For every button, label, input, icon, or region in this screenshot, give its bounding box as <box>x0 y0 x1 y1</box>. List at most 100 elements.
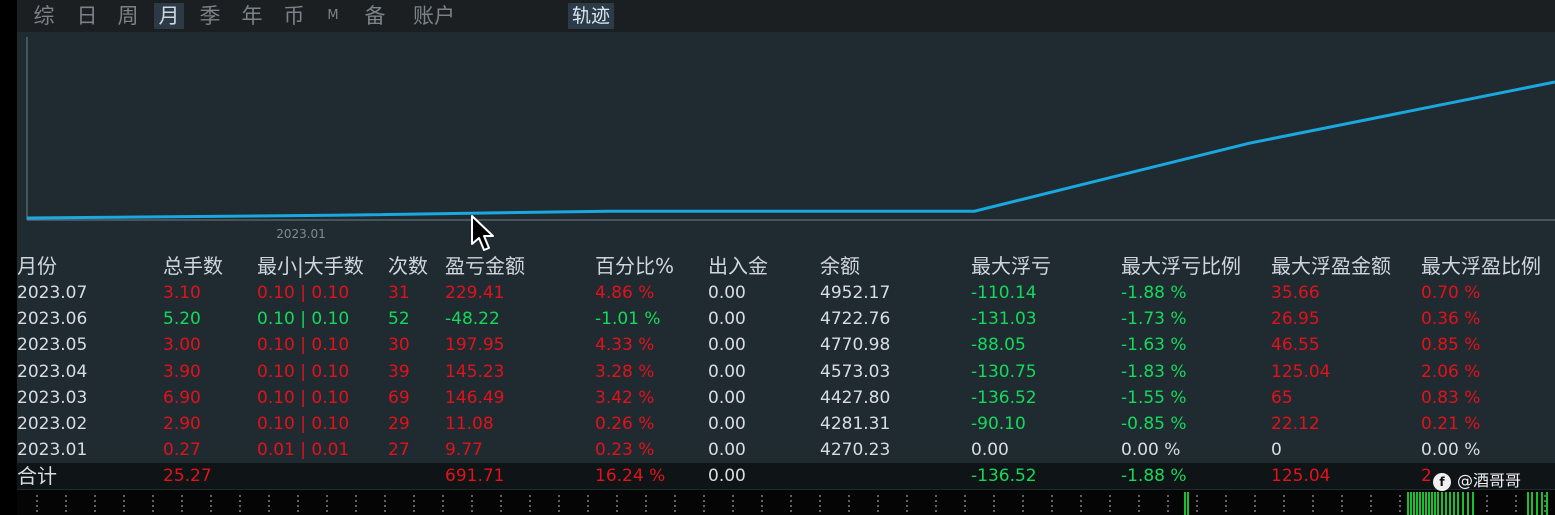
table-row[interactable]: 2023.03 6.90 0.10 | 0.10 69 146.49 3.42 % 0.00… <box>17 385 1555 411</box>
left-edge-bar <box>0 0 17 515</box>
tab-quarter[interactable]: 季 <box>195 3 225 29</box>
table-header-row: 月份 总手数 最小|大手数 次数 盈亏金额 百分比% 出入金 余额 最大浮亏 最… <box>17 252 1555 278</box>
table-row[interactable]: 2023.01 0.27 0.01 | 0.01 27 9.77 0.23 % 0.00 42… <box>17 437 1555 463</box>
strip-volume-bar <box>1184 492 1186 515</box>
total-label: 合计 <box>17 464 57 488</box>
cell-total-lots: 3.00 <box>163 335 201 356</box>
total-max-float-profit: 125.04 <box>1271 466 1331 486</box>
cell-in-out: 0.00 <box>708 335 746 356</box>
x-tick-label: 2023.01 <box>276 227 326 241</box>
cell-max-float-loss-ratio: -0.85 % <box>1121 414 1187 434</box>
cell-in-out: 0.00 <box>708 440 746 461</box>
col-percent[interactable]: 百分比% <box>595 252 674 278</box>
cell-max-float-profit: 125.04 <box>1271 361 1331 382</box>
strip-volume-bar <box>1536 492 1538 515</box>
cell-total-lots: 5.20 <box>163 309 201 330</box>
strip-volume-bar <box>1541 492 1543 515</box>
tab-week[interactable]: 周 <box>113 3 143 29</box>
col-in-out[interactable]: 出入金 <box>708 252 768 278</box>
cell-max-float-profit: 65 <box>1271 387 1293 408</box>
tab-month[interactable]: 月 <box>154 3 184 29</box>
col-month[interactable]: 月份 <box>17 252 57 278</box>
strip-volume-bar <box>1445 492 1447 515</box>
cell-percent: 3.28 % <box>595 361 655 382</box>
col-max-float-profit[interactable]: 最大浮盈金额 <box>1271 252 1391 278</box>
col-count[interactable]: 次数 <box>388 252 428 278</box>
table-total-row[interactable]: 合计 25.27 691.71 16.24 % 0.00 -136.52 -1.… <box>17 463 1555 489</box>
col-max-float-profit-ratio[interactable]: 最大浮盈比例 <box>1421 252 1541 278</box>
cell-count: 31 <box>388 283 410 303</box>
total-max-float-loss: -136.52 <box>971 466 1037 486</box>
cell-max-float-loss-ratio: -1.88 % <box>1121 283 1187 303</box>
table-row[interactable]: 2023.02 2.90 0.10 | 0.10 29 11.08 0.26 % 0.00 4… <box>17 411 1555 437</box>
cell-max-float-loss: -131.03 <box>971 309 1037 330</box>
cell-month: 2023.06 <box>17 309 88 330</box>
period-toolbar: 综 日 周 月 季 年 币 M 备 账户 轨迹 <box>17 0 1555 32</box>
strip-volume-bar <box>1407 492 1409 515</box>
strip-volume-bar <box>1422 492 1424 515</box>
tab-m[interactable]: M <box>322 3 344 29</box>
cell-max-float-profit-ratio: 0.83 % <box>1421 387 1481 408</box>
cell-pnl: -48.22 <box>445 309 500 330</box>
cell-pnl: 197.95 <box>445 335 505 356</box>
strip-volume-bar <box>1453 492 1455 515</box>
tab-currency[interactable]: 币 <box>279 3 309 29</box>
col-balance[interactable]: 余额 <box>820 252 860 278</box>
tab-overview[interactable]: 综 <box>29 3 59 29</box>
cell-max-float-loss-ratio: -1.73 % <box>1121 309 1187 330</box>
cell-in-out: 0.00 <box>708 387 746 408</box>
trajectory-button[interactable]: 轨迹 <box>568 3 615 29</box>
col-max-float-loss-ratio[interactable]: 最大浮亏比例 <box>1121 252 1241 278</box>
table-row[interactable]: 2023.07 3.10 0.10 | 0.10 31 229.41 4.86 % 0.00… <box>17 280 1555 306</box>
cell-total-lots: 6.90 <box>163 387 201 408</box>
table-row[interactable]: 2023.05 3.00 0.10 | 0.10 30 197.95 4.33 % 0.00… <box>17 332 1555 358</box>
cell-min-max-lots: 0.10 | 0.10 <box>257 283 350 303</box>
strip-volume-bar <box>1527 492 1529 515</box>
tab-year[interactable]: 年 <box>237 3 267 29</box>
strip-volume-bar <box>1546 492 1548 515</box>
cell-min-max-lots: 0.10 | 0.10 <box>257 335 350 356</box>
table-row[interactable]: 2023.04 3.90 0.10 | 0.10 39 145.23 3.28 % 0.00… <box>17 359 1555 385</box>
col-max-float-loss[interactable]: 最大浮亏 <box>971 252 1051 278</box>
table-row[interactable]: 2023.06 5.20 0.10 | 0.10 52 -48.22 -1.01 % 0.0… <box>17 306 1555 332</box>
col-min-max-lots[interactable]: 最小|大手数 <box>257 252 364 278</box>
tab-account[interactable]: 账户 <box>408 3 460 29</box>
cell-total-lots: 2.90 <box>163 414 201 434</box>
watermark-logo-icon: f <box>1433 472 1451 491</box>
strip-volume-bar <box>1419 492 1421 515</box>
cell-total-lots: 0.27 <box>163 440 201 461</box>
cell-pnl: 11.08 <box>445 414 494 434</box>
cell-balance: 4722.76 <box>820 309 891 330</box>
strip-volume-bar <box>1462 492 1464 515</box>
strip-volume-bar <box>1187 492 1189 515</box>
cell-max-float-profit-ratio: 0.85 % <box>1421 335 1481 356</box>
cell-in-out: 0.00 <box>708 283 746 303</box>
cell-in-out: 0.00 <box>708 361 746 382</box>
cell-balance: 4270.23 <box>820 440 891 461</box>
cell-max-float-loss-ratio: -1.55 % <box>1121 387 1187 408</box>
total-lots: 25.27 <box>163 466 212 486</box>
cell-percent: 4.86 % <box>595 283 655 303</box>
cell-max-float-loss: -110.14 <box>971 283 1037 303</box>
tab-note[interactable]: 备 <box>360 3 390 29</box>
tab-day[interactable]: 日 <box>72 3 102 29</box>
cell-count: 29 <box>388 414 410 434</box>
cell-count: 39 <box>388 361 410 382</box>
total-max-float-loss-ratio: -1.88 % <box>1121 466 1187 486</box>
cell-min-max-lots: 0.01 | 0.01 <box>257 440 350 461</box>
total-pnl: 691.71 <box>445 466 505 486</box>
cell-max-float-loss: -136.52 <box>971 387 1037 408</box>
cell-in-out: 0.00 <box>708 309 746 330</box>
strip-dash-marks <box>36 495 1546 512</box>
cell-month: 2023.05 <box>17 335 88 356</box>
strip-volume-bar <box>1441 492 1443 515</box>
cell-balance: 4427.80 <box>820 387 891 408</box>
col-total-lots[interactable]: 总手数 <box>163 252 223 278</box>
cell-max-float-profit: 46.55 <box>1271 335 1320 356</box>
monthly-stats-table: 月份 总手数 最小|大手数 次数 盈亏金额 百分比% 出入金 余额 最大浮亏 最… <box>17 247 1555 490</box>
cell-percent: 0.23 % <box>595 440 655 461</box>
total-in-out: 0.00 <box>708 466 746 486</box>
strip-volume-bar <box>1531 492 1533 515</box>
cell-count: 69 <box>388 387 410 408</box>
cell-count: 52 <box>388 309 410 330</box>
